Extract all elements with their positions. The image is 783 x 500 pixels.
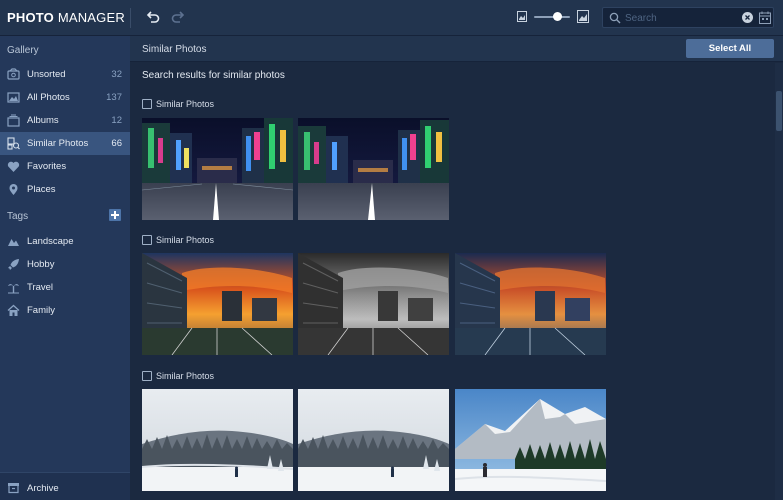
sidebar-item-label: Places (27, 184, 56, 195)
sidebar-item-label: Unsorted (27, 69, 66, 80)
photo-thumbnail[interactable] (298, 118, 449, 220)
rocket-icon (8, 259, 19, 270)
sidebar-item-count: 32 (111, 69, 122, 80)
gallery-heading: Gallery (7, 45, 39, 56)
search-input[interactable] (625, 10, 735, 26)
sidebar-tag-travel[interactable]: Travel (0, 276, 130, 299)
redo-icon[interactable] (170, 9, 186, 25)
sidebar-item-favorites[interactable]: Favorites (0, 155, 130, 178)
map-pin-icon (9, 184, 18, 195)
sidebar-item-places[interactable]: Places (0, 178, 130, 201)
toolbar-divider (130, 8, 131, 28)
sidebar-item-unsorted[interactable]: Unsorted 32 (0, 63, 130, 86)
results-heading: Search results for similar photos (142, 70, 285, 81)
tags-heading: Tags (7, 211, 29, 222)
sidebar-tag-family[interactable]: Family (0, 299, 130, 322)
sidebar-item-archive[interactable]: Archive (0, 472, 130, 500)
albums-icon (7, 114, 20, 127)
clear-search-icon[interactable] (742, 12, 753, 23)
sidebar-item-similar-photos[interactable]: Similar Photos 66 (0, 132, 130, 155)
group-label: Similar Photos (156, 371, 215, 381)
archive-label: Archive (27, 483, 59, 494)
sidebar-tag-hobby[interactable]: Hobby (0, 253, 130, 276)
sidebar-item-label: All Photos (27, 92, 70, 103)
group-label: Similar Photos (156, 235, 215, 245)
sidebar-item-count: 137 (106, 92, 122, 103)
sidebar-item-label: Albums (27, 115, 59, 126)
sidebar-item-label: Similar Photos (27, 138, 89, 149)
photo-thumbnail[interactable] (455, 253, 606, 355)
scrollbar-thumb[interactable] (776, 91, 782, 131)
undo-icon[interactable] (145, 9, 161, 25)
photo-thumbnail[interactable] (298, 253, 449, 355)
photo-thumbnail[interactable] (142, 253, 293, 355)
photo-thumbnail[interactable] (455, 389, 606, 491)
top-bar: PHOTO MANAGER (0, 0, 783, 36)
content-scrollbar[interactable] (775, 63, 783, 500)
small-thumbnail-icon[interactable] (517, 11, 527, 22)
zoom-slider[interactable] (534, 16, 570, 18)
page-title: Similar Photos (142, 44, 207, 55)
group-select-checkbox[interactable] (142, 235, 152, 245)
photo-thumbnail[interactable] (142, 389, 293, 491)
sidebar-item-count: 66 (111, 138, 122, 149)
group-select-checkbox[interactable] (142, 371, 152, 381)
photo-thumbnail[interactable] (142, 118, 293, 220)
sidebar-tag-landscape[interactable]: Landscape (0, 230, 130, 253)
main-header: Similar Photos Select All (130, 36, 783, 62)
sidebar-tag-label: Travel (27, 282, 54, 293)
sidebar-item-albums[interactable]: Albums 12 (0, 109, 130, 132)
palm-tree-icon (8, 284, 19, 294)
landscape-icon (8, 239, 19, 246)
photo-icon (7, 92, 20, 103)
main-panel: Similar Photos Select All Search results… (130, 36, 783, 500)
search-box (602, 7, 774, 28)
photo-thumbnail[interactable] (298, 389, 449, 491)
sidebar-tag-label: Hobby (27, 259, 55, 270)
select-all-button[interactable]: Select All (686, 39, 774, 58)
search-icon (609, 12, 621, 24)
sidebar-item-label: Favorites (27, 161, 67, 172)
calendar-icon[interactable] (759, 11, 771, 24)
app-logo: PHOTO MANAGER (7, 10, 125, 25)
sidebar-tag-label: Family (27, 305, 55, 316)
group-select-checkbox[interactable] (142, 99, 152, 109)
sidebar-item-count: 12 (111, 115, 122, 126)
similar-photos-icon (7, 137, 20, 150)
sidebar-item-all-photos[interactable]: All Photos 137 (0, 86, 130, 109)
unsorted-icon (7, 68, 20, 80)
add-tag-button[interactable] (109, 209, 121, 221)
large-thumbnail-icon[interactable] (577, 10, 589, 23)
archive-icon (8, 483, 19, 494)
heart-icon (7, 161, 20, 172)
sidebar: Gallery Unsorted 32 All Photos 137 Album… (0, 36, 130, 500)
house-icon (7, 304, 20, 316)
group-label: Similar Photos (156, 99, 215, 109)
sidebar-tag-label: Landscape (27, 236, 74, 247)
zoom-slider-handle[interactable] (553, 12, 562, 21)
